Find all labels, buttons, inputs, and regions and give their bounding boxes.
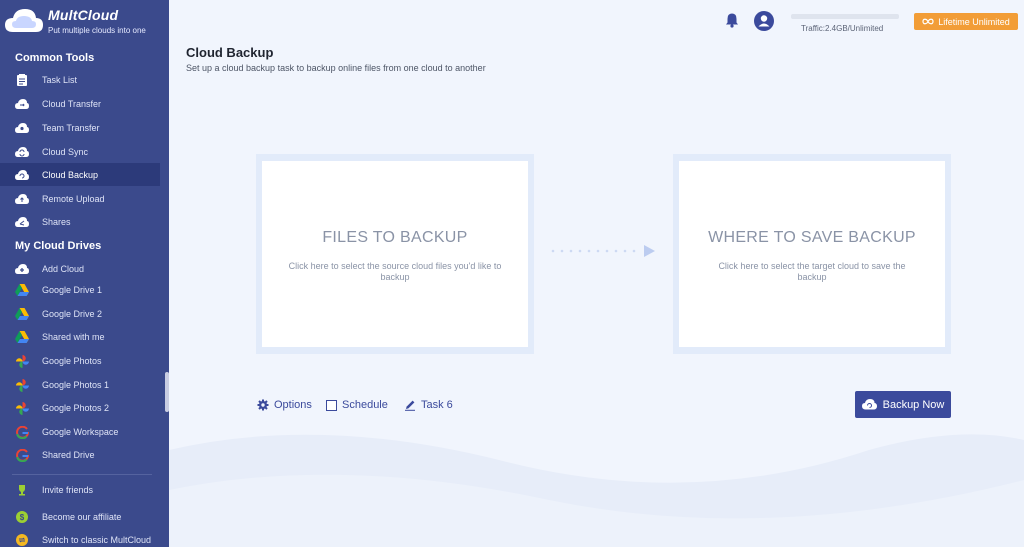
backup-now-label: Backup Now xyxy=(882,398,945,411)
sidebar-divider xyxy=(12,474,152,475)
google-photos-icon xyxy=(15,378,29,392)
where-to-save-backup-panel[interactable]: WHERE TO SAVE BACKUP Click here to selec… xyxy=(673,154,951,354)
sidebar-item-cloud-backup[interactable]: Cloud Backup xyxy=(0,163,160,186)
dollar-icon: $ xyxy=(15,510,29,524)
logo[interactable]: MultCloud Put multiple clouds into one xyxy=(0,0,169,44)
task-list-icon xyxy=(15,73,29,87)
my-cloud-drives-title: My Cloud Drives xyxy=(15,240,102,252)
pencil-icon xyxy=(405,400,415,411)
sidebar-item-invite-friends[interactable]: Invite friends xyxy=(0,478,160,501)
sidebar-item-label: Shared with me xyxy=(42,331,105,342)
options-button[interactable]: Options xyxy=(257,397,312,413)
cloud-sync-icon xyxy=(15,145,29,159)
sidebar-item-label: Become our affiliate xyxy=(42,511,122,522)
sidebar: MultCloud Put multiple clouds into one C… xyxy=(0,0,169,547)
svg-text:$: $ xyxy=(20,513,25,522)
cloud-transfer-icon xyxy=(15,97,29,111)
sidebar-item-label: Google Photos 1 xyxy=(42,379,110,390)
switch-icon xyxy=(15,533,29,547)
google-g-icon xyxy=(15,425,29,439)
infinity-icon xyxy=(922,18,934,25)
remote-upload-icon xyxy=(15,192,29,206)
files-to-backup-description: Click here to select the source cloud fi… xyxy=(288,261,502,282)
gear-icon xyxy=(257,399,269,411)
cloud-backup-icon xyxy=(861,399,877,410)
where-to-save-backup-card[interactable]: WHERE TO SAVE BACKUP Click here to selec… xyxy=(679,161,945,347)
sidebar-item-label: Cloud Backup xyxy=(42,169,99,180)
sidebar-item-google-workspace[interactable]: Google Workspace xyxy=(0,420,160,443)
team-transfer-icon xyxy=(15,121,29,135)
sidebar-item-remote-upload[interactable]: Remote Upload xyxy=(0,187,160,210)
sidebar-item-label: Google Drive 1 xyxy=(42,284,103,295)
user-icon xyxy=(758,15,770,27)
options-label: Options xyxy=(274,399,312,411)
sidebar-item-task-list[interactable]: Task List xyxy=(0,68,160,91)
google-drive-icon xyxy=(15,283,29,297)
multcloud-logo-icon xyxy=(5,9,43,32)
sidebar-item-label: Task List xyxy=(42,74,78,85)
sidebar-item-switch-classic[interactable]: Switch to classic MultCloud xyxy=(0,528,160,547)
bell-icon[interactable] xyxy=(724,12,740,28)
google-g-icon xyxy=(15,448,29,462)
task-name-edit[interactable]: Task 6 xyxy=(404,397,453,413)
files-to-backup-card[interactable]: FILES TO BACKUP Click here to select the… xyxy=(262,161,528,347)
trophy-icon xyxy=(15,483,29,497)
traffic-text: Traffic:2.4GB/Unlimited xyxy=(801,24,884,33)
schedule-toggle[interactable]: Schedule xyxy=(326,397,388,413)
sidebar-item-add-cloud[interactable]: Add Cloud xyxy=(0,257,160,280)
sidebar-item-team-transfer[interactable]: Team Transfer xyxy=(0,116,160,139)
shares-icon xyxy=(15,215,29,229)
sidebar-item-shared-drive[interactable]: Shared Drive xyxy=(0,443,160,466)
sidebar-item-shared-with-me[interactable]: Shared with me xyxy=(0,325,160,348)
lifetime-unlimited-button[interactable]: Lifetime Unlimited xyxy=(914,13,1018,30)
sidebar-item-label: Google Workspace xyxy=(42,426,119,437)
sidebar-item-become-affiliate[interactable]: $ Become our affiliate xyxy=(0,505,160,528)
google-photos-icon xyxy=(15,401,29,415)
sidebar-item-label: Shares xyxy=(42,216,71,227)
sidebar-item-google-photos[interactable]: Google Photos xyxy=(0,349,160,372)
sidebar-scrollbar[interactable] xyxy=(165,372,169,412)
sidebar-item-label: Google Photos xyxy=(42,355,102,366)
sidebar-item-cloud-sync[interactable]: Cloud Sync xyxy=(0,140,160,163)
sidebar-item-google-drive-2[interactable]: Google Drive 2 xyxy=(0,302,160,325)
files-to-backup-panel[interactable]: FILES TO BACKUP Click here to select the… xyxy=(256,154,534,354)
sidebar-item-google-photos-2[interactable]: Google Photos 2 xyxy=(0,396,160,419)
sidebar-item-label: Add Cloud xyxy=(42,263,85,274)
schedule-checkbox[interactable] xyxy=(326,399,337,411)
google-photos-icon xyxy=(15,354,29,368)
page-title: Cloud Backup xyxy=(186,45,274,60)
lifetime-unlimited-label: Lifetime Unlimited xyxy=(938,16,1010,27)
sidebar-item-label: Cloud Transfer xyxy=(42,98,102,109)
google-drive-icon xyxy=(15,330,29,344)
avatar[interactable] xyxy=(754,11,774,31)
cloud-backup-icon xyxy=(15,168,29,182)
background-waves xyxy=(169,434,1024,547)
sidebar-item-label: Remote Upload xyxy=(42,193,105,204)
sidebar-item-google-drive-1[interactable]: Google Drive 1 xyxy=(0,278,160,301)
sidebar-item-google-photos-1[interactable]: Google Photos 1 xyxy=(0,373,160,396)
files-to-backup-title: FILES TO BACKUP xyxy=(322,229,468,246)
task-name-label: Task 6 xyxy=(421,399,453,411)
where-to-save-backup-description: Click here to select the target cloud to… xyxy=(718,261,906,282)
page-subtitle: Set up a cloud backup task to backup onl… xyxy=(186,63,486,73)
sidebar-item-shares[interactable]: Shares xyxy=(0,210,160,233)
logo-name: MultCloud xyxy=(48,7,119,23)
sidebar-item-label: Cloud Sync xyxy=(42,146,89,157)
common-tools-title: Common Tools xyxy=(15,52,95,64)
sidebar-item-cloud-transfer[interactable]: Cloud Transfer xyxy=(0,92,160,115)
traffic-progress-bar xyxy=(791,14,899,19)
logo-tagline: Put multiple clouds into one xyxy=(48,26,146,35)
sidebar-item-label: Team Transfer xyxy=(42,122,100,133)
sidebar-item-label: Shared Drive xyxy=(42,449,95,460)
sidebar-item-label: Google Photos 2 xyxy=(42,402,110,413)
where-to-save-backup-title: WHERE TO SAVE BACKUP xyxy=(708,229,916,246)
schedule-label: Schedule xyxy=(342,399,388,411)
dotted-arrow-icon xyxy=(551,245,655,257)
google-drive-icon xyxy=(15,307,29,321)
sidebar-item-label: Invite friends xyxy=(42,484,94,495)
sidebar-item-label: Switch to classic MultCloud xyxy=(42,534,152,545)
sidebar-item-label: Google Drive 2 xyxy=(42,308,103,319)
add-cloud-icon xyxy=(15,262,29,276)
backup-now-button[interactable]: Backup Now xyxy=(855,391,951,418)
